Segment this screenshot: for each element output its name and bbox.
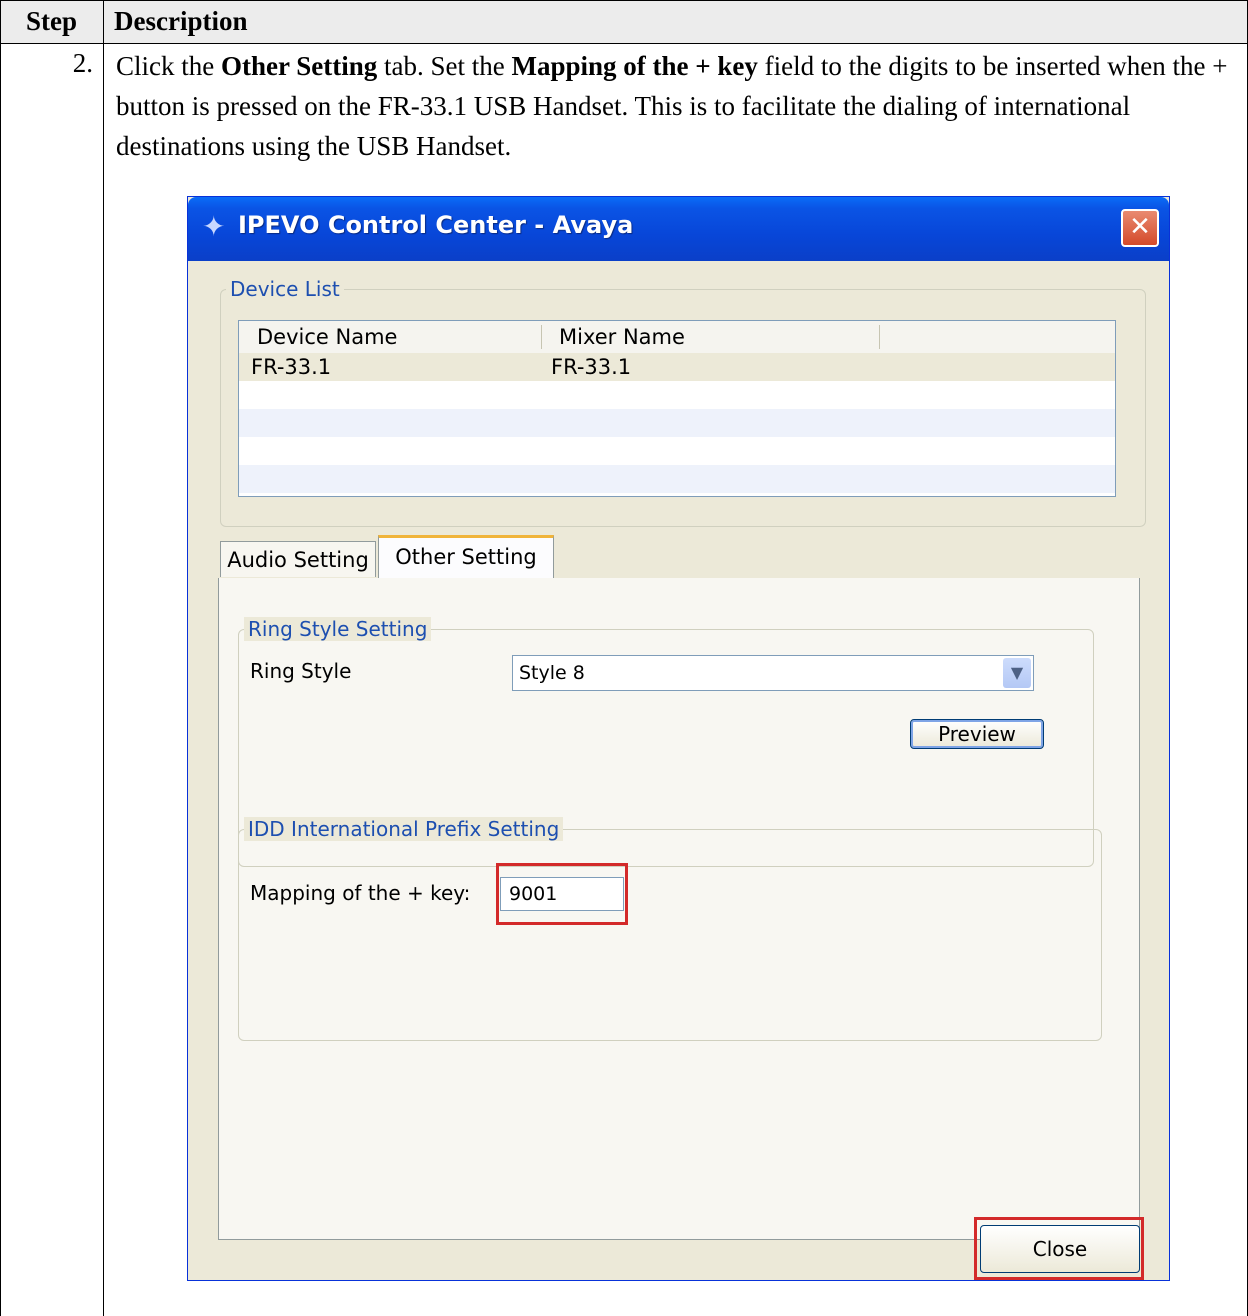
tab-other-setting[interactable]: Other Setting (378, 535, 554, 579)
step-description: Click the Other Setting tab. Set the Map… (116, 46, 1236, 166)
chevron-down-icon[interactable]: ▼ (1003, 658, 1031, 688)
column-separator (879, 325, 880, 349)
device-list-header: Device Name Mixer Name (239, 321, 1115, 354)
idd-prefix-legend: IDD International Prefix Setting (244, 817, 564, 841)
ring-style-label: Ring Style (250, 659, 352, 683)
ring-style-value: Style 8 (519, 662, 585, 684)
table-border-left (0, 0, 1, 1316)
tab-audio-setting[interactable]: Audio Setting (220, 541, 376, 577)
description-bold-other-setting: Other Setting (220, 51, 378, 81)
column-mixer-name[interactable]: Mixer Name (559, 325, 685, 349)
idd-prefix-group (238, 829, 1102, 1041)
highlight-close-button (974, 1217, 1144, 1280)
header-description: Description (114, 6, 248, 36)
window-title: IPEVO Control Center - Avaya (238, 211, 634, 239)
column-separator (541, 325, 542, 349)
mixer-name-cell: FR-33.1 (551, 355, 632, 379)
mapping-key-label: Mapping of the + key: (250, 881, 471, 905)
close-icon[interactable]: ✕ (1121, 209, 1159, 247)
column-device-name[interactable]: Device Name (257, 325, 397, 349)
window-titlebar[interactable]: ✦ IPEVO Control Center - Avaya ✕ (188, 197, 1169, 261)
table-border-top (0, 0, 1248, 1)
ipevo-control-center-window: ✦ IPEVO Control Center - Avaya ✕ Device … (187, 196, 1170, 1281)
description-text-1: Click the (116, 51, 221, 81)
empty-row (239, 409, 1115, 437)
ring-style-legend: Ring Style Setting (244, 617, 432, 641)
empty-row (239, 465, 1115, 493)
table-row[interactable]: FR-33.1 FR-33.1 (239, 353, 1115, 381)
table-column-divider (103, 0, 104, 1316)
description-bold-mapping: Mapping of the + key (511, 51, 758, 81)
device-name-cell: FR-33.1 (251, 355, 332, 379)
step-number: 2. (72, 48, 93, 78)
preview-button[interactable]: Preview (910, 719, 1044, 749)
highlight-mapping-field (496, 863, 628, 925)
ring-style-select[interactable]: Style 8 ▼ (512, 655, 1034, 691)
app-icon: ✦ (202, 210, 226, 243)
description-text-2: tab. Set the (377, 51, 512, 81)
header-step: Step (25, 6, 77, 36)
device-list-view[interactable]: Device Name Mixer Name FR-33.1 FR-33.1 (238, 320, 1116, 497)
device-list-legend: Device List (226, 277, 344, 301)
